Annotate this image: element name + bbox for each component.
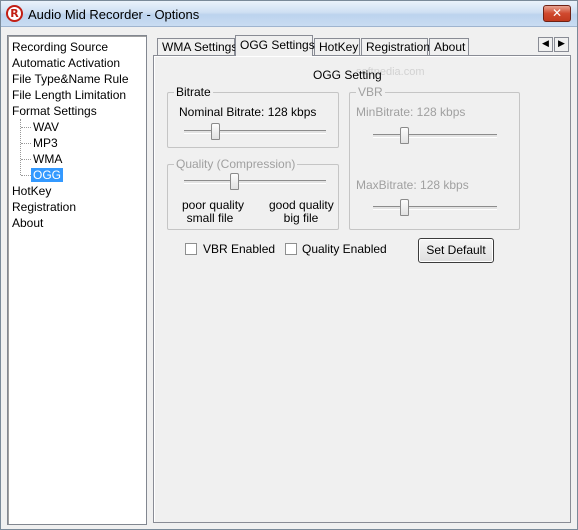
title-bar[interactable]: R Audio Mid Recorder - Options ✕ [1,1,577,27]
tree-item-mp3[interactable]: MP3 [31,135,60,151]
tab-scroll-left-icon[interactable]: ◀ [538,37,553,52]
settings-tree[interactable]: Recording Source Automatic Activation Fi… [7,35,147,525]
tree-item-about[interactable]: About [12,215,43,231]
options-window: R Audio Mid Recorder - Options ✕ Recordi… [0,0,578,530]
tab-registration[interactable]: Registration [361,38,430,56]
vbr-legend: VBR [356,85,385,99]
tab-wma-settings[interactable]: WMA Settings [157,38,237,56]
tab-scroll-right-icon[interactable]: ▶ [554,37,569,52]
min-bitrate-slider[interactable] [373,134,497,138]
quality-legend: Quality (Compression) [174,157,298,171]
min-bitrate-label: MinBitrate: 128 kbps [356,105,466,119]
tree-item-recording-source[interactable]: Recording Source [12,39,108,55]
tab-hotkey[interactable]: HotKey [314,38,360,56]
vbr-enabled-label[interactable]: VBR Enabled [203,242,275,256]
quality-slider[interactable] [184,180,326,184]
panel-heading: OGG Setting [313,68,382,82]
max-bitrate-label: MaxBitrate: 128 kbps [356,178,469,192]
tree-item-file-length-limitation[interactable]: File Length Limitation [12,87,126,103]
quality-slider-thumb[interactable] [230,173,239,190]
tree-item-automatic-activation[interactable]: Automatic Activation [12,55,120,71]
quality-enabled-label[interactable]: Quality Enabled [302,242,387,256]
nominal-bitrate-slider-thumb[interactable] [211,123,220,140]
bitrate-group: Bitrate [167,85,339,148]
min-bitrate-slider-thumb[interactable] [400,127,409,144]
close-button[interactable]: ✕ [543,5,571,22]
tree-item-file-type-name-rule[interactable]: File Type&Name Rule [12,71,129,87]
vbr-enabled-checkbox[interactable] [185,243,197,255]
tree-connector-line [21,175,31,176]
tree-connector-line [21,127,31,128]
tree-connector-line [21,159,31,160]
quality-poor-line2: small file [186,211,234,225]
nominal-bitrate-label: Nominal Bitrate: 128 kbps [179,105,317,119]
tree-item-wma[interactable]: WMA [31,151,64,167]
window-title: Audio Mid Recorder - Options [28,7,200,22]
quality-good-line1: good quality [269,198,334,212]
quality-enabled-checkbox[interactable] [285,243,297,255]
max-bitrate-slider-thumb[interactable] [400,199,409,216]
tree-item-ogg[interactable]: OGG [31,167,64,183]
tree-item-format-settings[interactable]: Format Settings [12,103,97,119]
quality-poor-line1: poor quality [182,198,245,212]
tree-item-registration[interactable]: Registration [12,199,76,215]
tab-ogg-settings[interactable]: OGG Settings [235,35,315,56]
max-bitrate-slider[interactable] [373,206,497,210]
set-default-button[interactable]: Set Default [418,238,494,263]
quality-good-line2: big file [283,211,319,225]
bitrate-legend: Bitrate [174,85,213,99]
tree-item-wav[interactable]: WAV [31,119,61,135]
tree-connector-line [21,143,31,144]
tree-item-hotkey[interactable]: HotKey [12,183,51,199]
app-icon: R [6,5,23,22]
tab-about[interactable]: About [429,38,469,56]
nominal-bitrate-slider[interactable] [184,130,326,134]
